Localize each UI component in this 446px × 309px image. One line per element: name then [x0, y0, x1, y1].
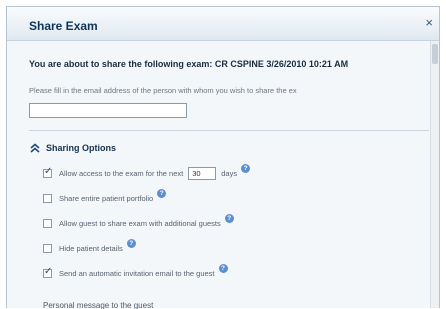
- guests-option: Allow guest to share exam with additiona…: [43, 214, 234, 228]
- invite-option: Send an automatic invitation email to th…: [43, 264, 228, 278]
- help-icon[interactable]: ?: [241, 164, 251, 173]
- help-icon[interactable]: ?: [157, 189, 167, 198]
- portfolio-option: Share entire patient portfolio ?: [43, 189, 167, 203]
- hide-details-option: Hide patient details ?: [43, 239, 136, 253]
- guests-checkbox[interactable]: [43, 219, 52, 228]
- scrollbar-thumb[interactable]: [432, 44, 438, 64]
- help-icon[interactable]: ?: [126, 239, 136, 248]
- sharing-options-title: Sharing Options: [46, 143, 117, 153]
- share-exam-dialog: Share Exam × You are about to share the …: [6, 6, 440, 309]
- portfolio-checkbox[interactable]: [43, 194, 52, 203]
- help-icon[interactable]: ?: [224, 214, 234, 223]
- hide-details-label: Hide patient details: [59, 244, 123, 253]
- days-input[interactable]: 30: [188, 167, 217, 180]
- share-headline: You are about to share the following exa…: [29, 59, 349, 69]
- dialog-content: You are about to share the following exa…: [29, 51, 429, 309]
- help-icon[interactable]: ?: [218, 264, 228, 273]
- access-days-option: Allow access to the exam for the next 30…: [43, 164, 251, 180]
- days-unit-label: days: [221, 169, 238, 178]
- email-field[interactable]: [29, 103, 187, 118]
- invite-checkbox[interactable]: [43, 266, 52, 278]
- portfolio-label: Share entire patient portfolio: [59, 194, 154, 203]
- access-days-label: Allow access to the exam for the next: [59, 169, 184, 178]
- dialog-title: Share Exam: [29, 19, 98, 33]
- hide-details-checkbox[interactable]: [43, 244, 52, 253]
- dialog-titlebar: Share Exam ×: [7, 7, 439, 41]
- section-divider: [29, 130, 429, 131]
- close-icon[interactable]: ×: [425, 16, 433, 30]
- email-instructions: Please fill in the email address of the …: [29, 86, 297, 95]
- vertical-scrollbar[interactable]: [430, 41, 439, 308]
- guests-label: Allow guest to share exam with additiona…: [59, 219, 221, 228]
- access-days-checkbox[interactable]: [43, 166, 52, 178]
- invite-label: Send an automatic invitation email to th…: [59, 269, 215, 278]
- sharing-options-toggle[interactable]: Sharing Options: [29, 142, 116, 154]
- collapse-chevron-icon: [30, 143, 40, 153]
